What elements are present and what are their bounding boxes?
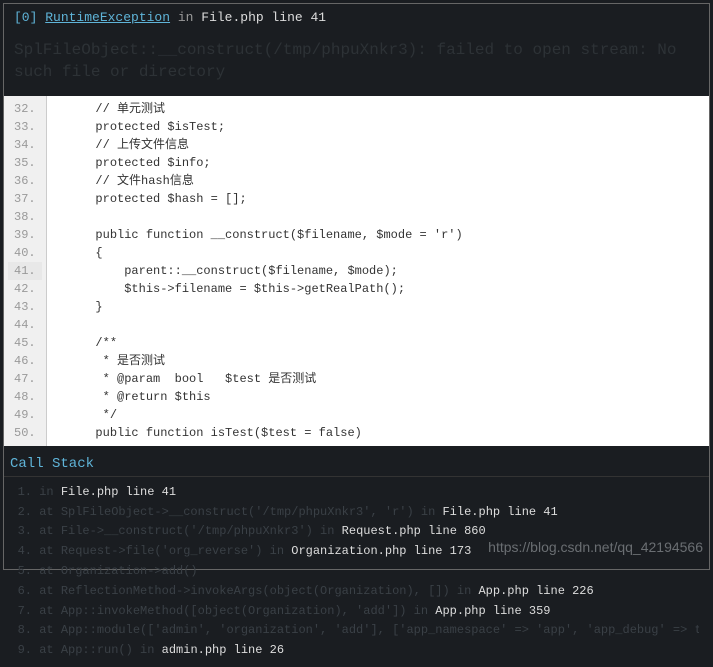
stack-trace: App::invokeMethod([object(Organization),… (61, 604, 435, 618)
line-number: 44. (8, 316, 42, 334)
watermark: https://blog.csdn.net/qq_42194566 (488, 539, 703, 555)
code-line: */ (47, 406, 709, 424)
stack-file[interactable]: admin.php line 26 (162, 643, 284, 657)
stack-index: 2. (14, 503, 32, 523)
stack-at: at (32, 564, 61, 578)
line-gutter: 32.33.34.35.36.37.38.39.40.41.42.43.44.4… (4, 96, 47, 446)
line-number: 37. (8, 190, 42, 208)
stack-file[interactable]: Organization.php line 173 (291, 544, 471, 558)
callstack-title: Call Stack (4, 446, 709, 477)
code-line: protected $hash = []; (47, 190, 709, 208)
stack-file[interactable]: File.php line 41 (61, 485, 176, 499)
code-line: protected $isTest; (47, 118, 709, 136)
stack-file[interactable]: Request.php line 860 (342, 524, 486, 538)
code-line: // 文件hash信息 (47, 172, 709, 190)
line-number: 34. (8, 136, 42, 154)
callstack-row[interactable]: 6. at ReflectionMethod->invokeArgs(objec… (14, 582, 699, 602)
stack-file[interactable]: App.php line 359 (435, 604, 550, 618)
code-line: // 单元测试 (47, 100, 709, 118)
line-number: 40. (8, 244, 42, 262)
stack-trace: App::run() in (61, 643, 162, 657)
stack-index: 4. (14, 542, 32, 562)
code-line (47, 208, 709, 226)
line-number: 49. (8, 406, 42, 424)
code-block: 32.33.34.35.36.37.38.39.40.41.42.43.44.4… (4, 96, 709, 446)
line-number: 45. (8, 334, 42, 352)
callstack-row[interactable]: 2. at SplFileObject->__construct('/tmp/p… (14, 503, 699, 523)
code-line: $this->filename = $this->getRealPath(); (47, 280, 709, 298)
callstack-list: 1. in File.php line 412. at SplFileObjec… (4, 477, 709, 667)
exception-location[interactable]: File.php line 41 (201, 10, 326, 25)
callstack-row[interactable]: 8. at App::module(['admin', 'organizatio… (14, 621, 699, 641)
code-line: * @param bool $test 是否测试 (47, 370, 709, 388)
code-source: // 单元测试 protected $isTest; // 上传文件信息 pro… (47, 96, 709, 446)
in-label: in (178, 10, 194, 25)
stack-trace: Organization->add() (61, 564, 198, 578)
stack-at: at (32, 623, 61, 637)
stack-trace: File->__construct('/tmp/phpuXnkr3') in (61, 524, 342, 538)
callstack-row[interactable]: 1. in File.php line 41 (14, 483, 699, 503)
exception-header: [0] RuntimeException in File.php line 41 (4, 4, 709, 31)
line-number: 33. (8, 118, 42, 136)
stack-at: in (32, 485, 61, 499)
stack-index: 6. (14, 582, 32, 602)
stack-index: 5. (14, 562, 32, 582)
line-number: 41. (8, 262, 42, 280)
line-number: 42. (8, 280, 42, 298)
callstack-row[interactable]: 5. at Organization->add() (14, 562, 699, 582)
error-panel: [0] RuntimeException in File.php line 41… (3, 3, 710, 570)
line-number: 47. (8, 370, 42, 388)
code-line: { (47, 244, 709, 262)
stack-trace: Request->file('org_reverse') in (61, 544, 291, 558)
stack-at: at (32, 584, 61, 598)
code-line: protected $info; (47, 154, 709, 172)
stack-index: 1. (14, 483, 32, 503)
stack-trace: App::module(['admin', 'organization', 'a… (61, 623, 699, 637)
stack-at: at (32, 544, 61, 558)
code-line: } (47, 298, 709, 316)
line-number: 38. (8, 208, 42, 226)
code-line (47, 316, 709, 334)
line-number: 48. (8, 388, 42, 406)
code-line: public function __construct($filename, $… (47, 226, 709, 244)
stack-index: 7. (14, 602, 32, 622)
line-number: 39. (8, 226, 42, 244)
exception-index: [0] (14, 10, 37, 25)
line-number: 32. (8, 100, 42, 118)
code-line: // 上传文件信息 (47, 136, 709, 154)
code-line: /** (47, 334, 709, 352)
line-number: 36. (8, 172, 42, 190)
stack-trace: SplFileObject->__construct('/tmp/phpuXnk… (61, 505, 443, 519)
stack-at: at (32, 643, 61, 657)
stack-file[interactable]: File.php line 41 (442, 505, 557, 519)
stack-index: 8. (14, 621, 32, 641)
code-line: parent::__construct($filename, $mode); (47, 262, 709, 280)
line-number: 46. (8, 352, 42, 370)
line-number: 50. (8, 424, 42, 442)
stack-file[interactable]: App.php line 226 (478, 584, 593, 598)
line-number: 43. (8, 298, 42, 316)
callstack-row[interactable]: 7. at App::invokeMethod([object(Organiza… (14, 602, 699, 622)
code-line: public function isTest($test = false) (47, 424, 709, 442)
callstack-row[interactable]: 9. at App::run() in admin.php line 26 (14, 641, 699, 661)
line-number: 35. (8, 154, 42, 172)
exception-class[interactable]: RuntimeException (45, 10, 170, 25)
stack-at: at (32, 604, 61, 618)
stack-at: at (32, 524, 61, 538)
error-message: SplFileObject::__construct(/tmp/phpuXnkr… (4, 31, 709, 96)
stack-trace: ReflectionMethod->invokeArgs(object(Orga… (61, 584, 479, 598)
stack-index: 3. (14, 522, 32, 542)
code-line: * 是否测试 (47, 352, 709, 370)
stack-index: 9. (14, 641, 32, 661)
stack-at: at (32, 505, 61, 519)
code-line: * @return $this (47, 388, 709, 406)
